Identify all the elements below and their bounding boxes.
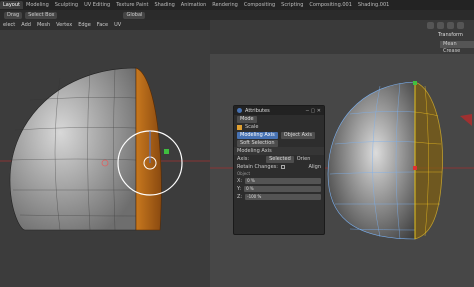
panel-title: Attributes: [245, 107, 270, 114]
drag-dropdown[interactable]: Drag: [4, 11, 23, 19]
tab-animation[interactable]: Animation: [178, 1, 210, 9]
workspace-tabs: Layout Modeling Sculpting UV Editing Tex…: [0, 0, 474, 10]
viewport-header: Drag Select Box Global: [0, 10, 474, 20]
z-label: Z:: [237, 194, 243, 200]
menu-face[interactable]: Face: [94, 22, 111, 28]
tab-compositing-001[interactable]: Compositing.001: [306, 1, 354, 9]
scale-label: Scale: [245, 124, 259, 130]
attributes-panel: Attributes ─ ▢ ✕ Mode Scale Modeling Axi…: [233, 105, 325, 235]
menu-edge[interactable]: Edge: [75, 22, 94, 28]
tab-object-axis[interactable]: Object Axis: [280, 131, 315, 139]
retain-checkbox[interactable]: [280, 165, 285, 169]
modeling-axis-section[interactable]: Modeling Axis: [237, 148, 272, 154]
menu-vertex[interactable]: Vertex: [53, 22, 75, 28]
y-label: Y:: [237, 186, 242, 192]
tab-rendering[interactable]: Rendering: [209, 1, 241, 9]
tab-scripting[interactable]: Scripting: [278, 1, 306, 9]
tab-sculpting[interactable]: Sculpting: [52, 1, 81, 9]
soft-selection-button[interactable]: Soft Selection: [237, 139, 278, 147]
menu-add[interactable]: Add: [18, 22, 34, 28]
z-field[interactable]: -100 %: [245, 194, 321, 200]
viewport-gizmo-icons: [427, 22, 464, 29]
axis-dropdown[interactable]: Selected: [266, 155, 294, 163]
mode-dropdown[interactable]: Mode: [237, 115, 257, 123]
orientation-dropdown[interactable]: Global: [123, 11, 146, 19]
left-mesh-view: [0, 67, 210, 231]
tab-compositing[interactable]: Compositing: [241, 1, 278, 9]
left-viewport[interactable]: [0, 30, 210, 287]
render-icon[interactable]: [457, 22, 464, 29]
x-field[interactable]: 0 %: [245, 178, 321, 184]
axis-label: Axis:: [237, 156, 250, 162]
tab-modeling-axis[interactable]: Modeling Axis: [237, 131, 278, 139]
tab-modeling[interactable]: Modeling: [23, 1, 52, 9]
tab-shading-001[interactable]: Shading.001: [355, 1, 392, 9]
blender-icon: [237, 108, 242, 113]
tab-layout[interactable]: Layout: [0, 1, 23, 9]
window-buttons-icon[interactable]: ─ ▢ ✕: [306, 108, 324, 114]
xray-icon[interactable]: [437, 22, 444, 29]
x-label: X:: [237, 178, 243, 184]
tab-texture-paint[interactable]: Texture Paint: [113, 1, 151, 9]
orien-label: Orien: [296, 156, 311, 162]
menu-mesh[interactable]: Mesh: [34, 22, 53, 28]
viewport-menubar: elect Add Mesh Vertex Edge Face UV: [0, 20, 210, 30]
select-box-dropdown[interactable]: Select Box: [25, 11, 58, 19]
overlay-icon[interactable]: [427, 22, 434, 29]
tab-uv-editing[interactable]: UV Editing: [81, 1, 113, 9]
panel-titlebar[interactable]: Attributes ─ ▢ ✕: [234, 106, 324, 115]
tab-shading[interactable]: Shading: [151, 1, 177, 9]
transform-header[interactable]: Transform: [438, 32, 463, 38]
shading-icon[interactable]: [447, 22, 454, 29]
retain-changes-label: Retain Changes:: [237, 164, 278, 170]
mean-crease-field[interactable]: Mean Crease: [440, 41, 474, 54]
align-label: Align: [308, 164, 321, 170]
menu-uv[interactable]: UV: [111, 22, 124, 28]
scale-icon: [237, 124, 242, 130]
y-field[interactable]: 0 %: [244, 186, 321, 192]
menu-select[interactable]: elect: [0, 22, 18, 28]
